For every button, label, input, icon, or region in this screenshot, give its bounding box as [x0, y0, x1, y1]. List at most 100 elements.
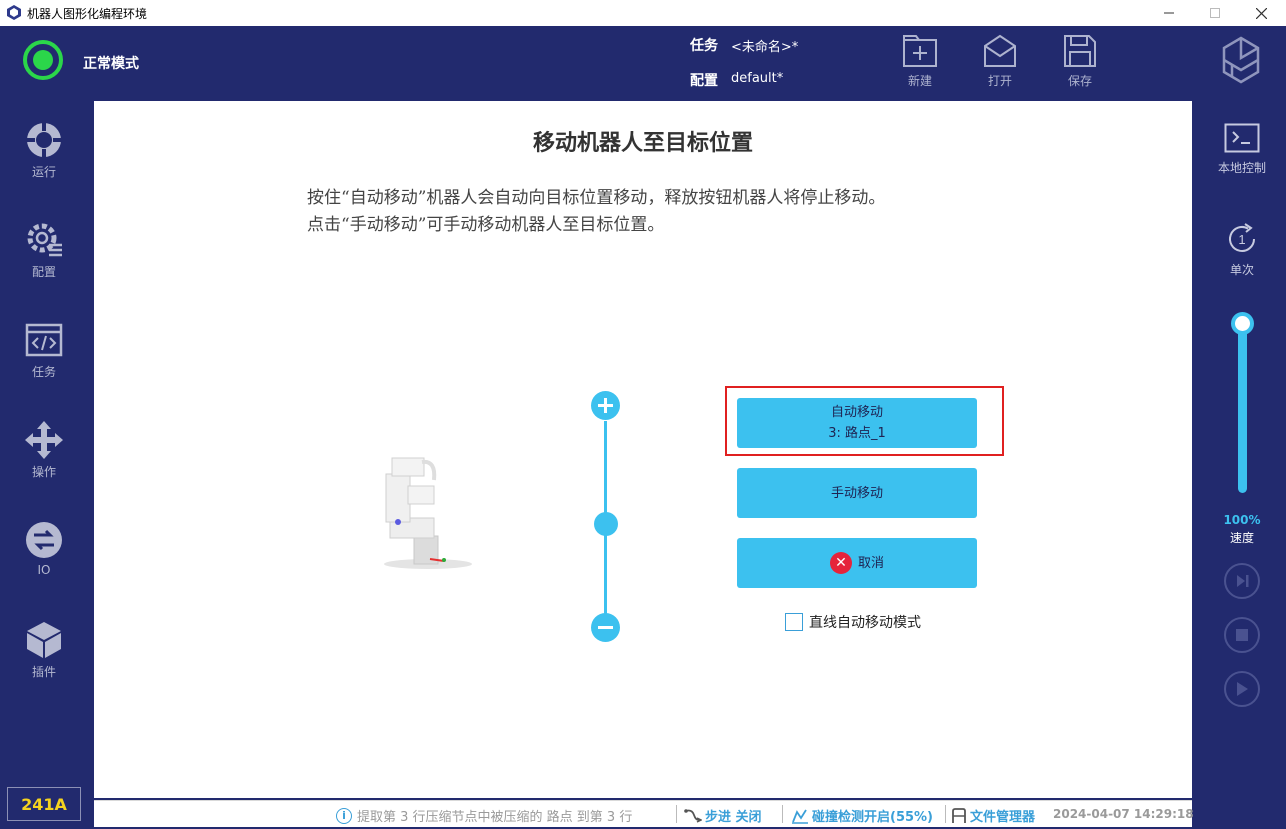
zoom-out-button[interactable] — [591, 613, 620, 642]
maximize-icon — [1210, 8, 1220, 18]
cancel-x-icon: ✕ — [829, 552, 852, 574]
status-bar: i 提取第 3 行压缩节点中被压缩的 路点 到第 3 行 步进 关闭 碰撞检测开… — [94, 800, 1194, 827]
sidebar-label-operate: 操作 — [31, 465, 56, 479]
window-title: 机器人图形化编程环境 — [27, 7, 148, 21]
step-icon — [684, 808, 702, 823]
move-arrows-icon — [25, 421, 63, 459]
robot-3d-view — [384, 457, 472, 569]
collision-icon — [792, 809, 808, 824]
config-value: default* — [731, 71, 784, 86]
minus-icon — [598, 626, 613, 629]
sidebar-item-io[interactable]: IO — [3, 521, 85, 591]
single-run-button[interactable]: 1 单次 — [1201, 221, 1283, 278]
auto-move-target: 3: 路点_1 — [828, 426, 886, 441]
instructions: 按住“自动移动”机器人会自动向目标位置移动，释放按钮机器人将停止移动。 点击“手… — [307, 185, 885, 239]
current-badge: 241A — [7, 787, 81, 821]
status-divider — [945, 805, 946, 823]
title-bar: 机器人图形化编程环境 — [0, 0, 1286, 26]
collision-detection-toggle[interactable]: 碰撞检测开启(55%) — [791, 806, 933, 825]
speed-slider-handle[interactable] — [1231, 312, 1254, 335]
step-forward-icon — [1237, 575, 1249, 587]
play-icon — [1237, 682, 1248, 696]
config-gear-icon — [27, 223, 62, 257]
right-sidebar: 本地控制 1 单次 100% 速度 — [1201, 101, 1283, 827]
mode-label: 正常模式 — [83, 56, 139, 72]
local-control-label: 本地控制 — [1217, 161, 1266, 175]
status-message: i 提取第 3 行压缩节点中被压缩的 路点 到第 3 行 — [336, 806, 632, 825]
open-button[interactable]: 打开 — [970, 34, 1030, 94]
linear-mode-checkbox[interactable] — [785, 613, 803, 631]
sidebar-label-io: IO — [37, 563, 51, 577]
local-control-button[interactable]: 本地控制 — [1201, 123, 1283, 176]
app-logo-icon — [7, 5, 21, 20]
instruction-line-1: 按住“自动移动”机器人会自动向目标位置移动，释放按钮机器人将停止移动。 — [307, 188, 886, 208]
plus-icon — [598, 398, 613, 413]
single-cycle-icon: 1 — [1229, 223, 1255, 252]
sidebar-item-config[interactable]: 配置 — [3, 221, 85, 291]
minimize-button[interactable] — [1146, 0, 1192, 26]
single-label: 单次 — [1229, 263, 1254, 277]
left-sidebar: 运行 配置 任务 操作 IO 插件 241A — [3, 101, 85, 827]
info-icon: i — [336, 807, 352, 824]
linear-mode-label: 直线自动移动模式 — [809, 615, 921, 631]
step-forward-button[interactable] — [1224, 563, 1260, 599]
new-button[interactable]: 新建 — [890, 34, 950, 94]
sidebar-label-config: 配置 — [31, 265, 56, 279]
config-key: 配置 — [690, 73, 718, 89]
auto-move-button[interactable]: 自动移动 3: 路点_1 — [737, 398, 977, 448]
status-divider — [676, 805, 677, 823]
task-key: 任务 — [690, 38, 718, 54]
speed-slider-track[interactable] — [1238, 315, 1247, 493]
svg-text:1: 1 — [1238, 232, 1245, 247]
cancel-button[interactable]: ✕ 取消 — [737, 538, 977, 588]
cancel-label: 取消 — [857, 555, 884, 571]
save-button[interactable]: 保存 — [1050, 34, 1110, 94]
file-manager-icon — [952, 807, 966, 823]
open-folder-icon — [984, 34, 1016, 67]
task-code-icon — [25, 323, 63, 357]
close-button[interactable] — [1238, 0, 1284, 26]
new-file-icon — [903, 35, 937, 67]
status-divider — [782, 805, 783, 823]
zoom-slider-handle[interactable] — [594, 512, 618, 536]
sidebar-item-run[interactable]: 运行 — [3, 121, 85, 191]
main-panel: 移动机器人至目标位置 按住“自动移动”机器人会自动向目标位置移动，释放按钮机器人… — [94, 101, 1192, 798]
maximize-button[interactable] — [1192, 0, 1238, 26]
plugin-cube-icon — [27, 622, 61, 658]
auto-move-label: 自动移动 — [830, 405, 883, 420]
manual-move-label: 手动移动 — [830, 485, 883, 501]
file-manager-button[interactable]: 文件管理器 — [951, 806, 1035, 825]
header: 正常模式 任务 <未命名>* 配置 default* 新建 打开 保存 — [0, 26, 1286, 98]
step-toggle[interactable]: 步进 关闭 — [684, 806, 762, 825]
new-label: 新建 — [907, 74, 932, 88]
app-window: 机器人图形化编程环境 正常模式 任务 <未命名>* 配置 default* 新建 — [0, 0, 1286, 829]
sidebar-label-plugin: 插件 — [31, 665, 56, 679]
play-button[interactable] — [1224, 671, 1260, 707]
stop-icon — [1236, 629, 1248, 641]
sidebar-label-run: 运行 — [31, 165, 56, 179]
sidebar-item-plugin[interactable]: 插件 — [3, 621, 85, 691]
file-manager-label: 文件管理器 — [970, 810, 1036, 825]
minimize-icon — [1164, 12, 1174, 14]
datetime: 2024-04-07 14:29:18 — [1053, 807, 1194, 821]
speed-value: 100% — [1223, 513, 1261, 527]
step-label: 步进 关闭 — [705, 810, 762, 825]
sidebar-label-task: 任务 — [31, 365, 56, 379]
linear-mode-option[interactable]: 直线自动移动模式 — [785, 612, 921, 632]
open-label: 打开 — [987, 74, 1012, 88]
io-icon — [26, 522, 62, 558]
status-message-text: 提取第 3 行压缩节点中被压缩的 路点 到第 3 行 — [357, 810, 633, 825]
terminal-icon — [1224, 123, 1260, 153]
save-icon — [1064, 35, 1096, 67]
sidebar-item-task[interactable]: 任务 — [3, 321, 85, 391]
page-title: 移动机器人至目标位置 — [532, 130, 753, 156]
run-icon — [25, 121, 63, 159]
task-value: <未命名>* — [731, 40, 799, 55]
manual-move-button[interactable]: 手动移动 — [737, 468, 977, 518]
zoom-in-button[interactable] — [591, 391, 620, 420]
sidebar-item-operate[interactable]: 操作 — [3, 421, 85, 491]
save-label: 保存 — [1067, 74, 1092, 88]
collision-label: 碰撞检测开启(55%) — [812, 810, 933, 825]
instruction-line-2: 点击“手动移动”可手动移动机器人至目标位置。 — [307, 215, 665, 235]
stop-button[interactable] — [1224, 617, 1260, 653]
